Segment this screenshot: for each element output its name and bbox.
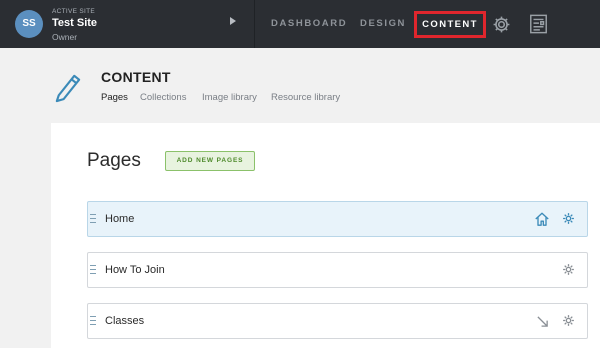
- pencil-icon: [55, 74, 81, 103]
- nav-divider: [254, 0, 255, 48]
- page-row-label: How To Join: [105, 264, 165, 276]
- page-title: Pages: [87, 150, 141, 171]
- drag-handle-icon[interactable]: [90, 265, 96, 276]
- triangle-right-icon[interactable]: [230, 17, 236, 25]
- gear-icon[interactable]: [492, 15, 511, 34]
- site-switcher[interactable]: SS ACTIVE SITE Test Site Owner: [0, 0, 254, 48]
- site-kicker-label: ACTIVE SITE: [52, 8, 96, 15]
- section-title: CONTENT: [101, 69, 171, 85]
- add-new-pages-button[interactable]: ADD NEW PAGES: [165, 151, 255, 171]
- nav-dashboard[interactable]: DASHBOARD: [271, 18, 347, 29]
- pages-panel: Pages ADD NEW PAGES Home How To Join Cla…: [51, 123, 600, 348]
- subnav-collections[interactable]: Collections: [140, 92, 186, 103]
- site-role: Owner: [52, 32, 78, 42]
- page-row-label: Classes: [105, 315, 145, 327]
- top-navigation-bar: SS ACTIVE SITE Test Site Owner DASHBOARD…: [0, 0, 600, 48]
- gear-icon[interactable]: [562, 263, 575, 276]
- subnav-pages[interactable]: Pages: [101, 92, 128, 103]
- drag-handle-icon[interactable]: [90, 316, 96, 327]
- subnav-image-library[interactable]: Image library: [202, 92, 257, 103]
- drag-handle-icon[interactable]: [90, 214, 96, 225]
- arrow-down-right-icon[interactable]: [536, 315, 549, 328]
- page-row[interactable]: How To Join: [87, 252, 588, 288]
- site-avatar: SS: [15, 10, 43, 38]
- page-row[interactable]: Home: [87, 201, 588, 237]
- gear-icon[interactable]: [562, 314, 575, 327]
- home-icon[interactable]: [534, 211, 550, 227]
- page-row-label: Home: [105, 213, 135, 225]
- layout-icon[interactable]: [529, 14, 548, 34]
- site-name: Test Site: [52, 17, 98, 29]
- gear-icon[interactable]: [562, 212, 575, 225]
- subnav-resource-library[interactable]: Resource library: [271, 92, 340, 103]
- page-row[interactable]: Classes: [87, 303, 588, 339]
- nav-design[interactable]: DESIGN: [360, 18, 406, 29]
- nav-content[interactable]: CONTENT: [414, 11, 486, 38]
